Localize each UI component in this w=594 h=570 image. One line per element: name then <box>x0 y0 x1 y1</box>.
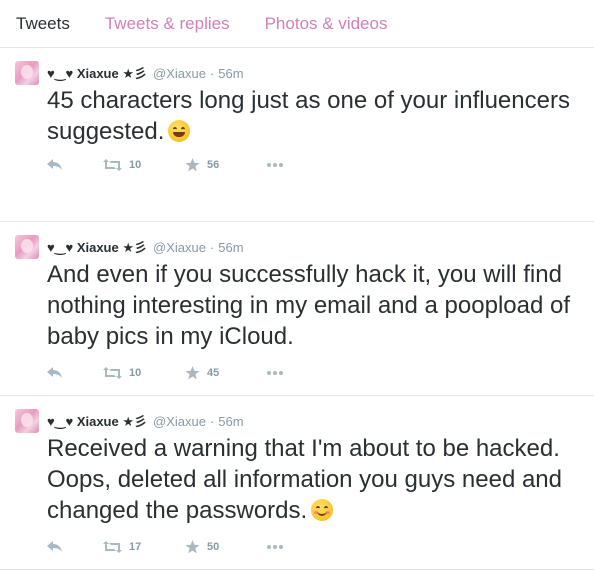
retweet-button[interactable]: 10 <box>103 159 185 171</box>
more-options-icon[interactable] <box>267 371 285 375</box>
avatar[interactable] <box>15 235 39 259</box>
retweet-button[interactable]: 10 <box>103 367 185 379</box>
tweet-1[interactable]: ♥‿♥ Xiaxue ★彡 @Xiaxue · 56m 45 character… <box>0 48 594 222</box>
timestamp[interactable]: 56m <box>218 414 243 429</box>
retweet-icon <box>103 159 122 171</box>
tweet-header: ♥‿♥ Xiaxue ★彡 @Xiaxue · 56m <box>47 63 244 82</box>
retweet-count: 17 <box>129 541 142 553</box>
tweet-actions: 10 45 <box>47 366 285 380</box>
star-icon <box>185 540 200 554</box>
favorite-count: 56 <box>207 159 220 171</box>
tweet-text-content: Received a warning that I'm about to be … <box>47 435 563 524</box>
more-options-icon[interactable] <box>267 545 285 549</box>
tweet-text-content: And even if you successfully hack it, yo… <box>47 261 571 350</box>
reply-button[interactable] <box>47 541 103 553</box>
timestamp[interactable]: 56m <box>218 66 243 81</box>
retweet-count: 10 <box>129 367 142 379</box>
favorite-count: 45 <box>207 367 220 379</box>
reply-icon <box>47 159 62 170</box>
star-icon <box>185 158 200 172</box>
username[interactable]: @Xiaxue <box>153 414 206 429</box>
display-name[interactable]: ♥‿♥ Xiaxue ★彡 <box>47 63 147 82</box>
retweet-icon <box>103 367 122 379</box>
tab-photos-and-videos[interactable]: Photos & videos <box>265 14 388 34</box>
username[interactable]: @Xiaxue <box>153 240 206 255</box>
retweet-icon <box>103 541 122 553</box>
reply-button[interactable] <box>47 159 103 171</box>
tweet-text: And even if you successfully hack it, yo… <box>47 259 577 352</box>
avatar[interactable] <box>15 409 39 433</box>
reply-button[interactable] <box>47 367 103 379</box>
username[interactable]: @Xiaxue <box>153 66 206 81</box>
display-name[interactable]: ♥‿♥ Xiaxue ★彡 <box>47 411 147 430</box>
timestamp[interactable]: 56m <box>218 240 243 255</box>
tweet-3[interactable]: ♥‿♥ Xiaxue ★彡 @Xiaxue · 56m Received a w… <box>0 396 594 570</box>
favorite-button[interactable]: 45 <box>185 366 267 380</box>
separator-dot: · <box>209 66 215 81</box>
profile-tabs: Tweets Tweets & replies Photos & videos <box>0 0 594 48</box>
tweet-header: ♥‿♥ Xiaxue ★彡 @Xiaxue · 56m <box>47 237 244 256</box>
tweet-actions: 10 56 <box>47 158 285 172</box>
favorite-count: 50 <box>207 541 220 553</box>
more-options-icon[interactable] <box>267 163 285 167</box>
retweet-button[interactable]: 17 <box>103 541 185 553</box>
tweet-actions: 17 50 <box>47 540 285 554</box>
tweet-2[interactable]: ♥‿♥ Xiaxue ★彡 @Xiaxue · 56m And even if … <box>0 222 594 396</box>
favorite-button[interactable]: 56 <box>185 158 267 172</box>
grinning-face-icon <box>168 120 191 142</box>
reply-icon <box>47 541 62 552</box>
retweet-count: 10 <box>129 159 142 171</box>
smiling-face-icon <box>311 499 334 521</box>
tab-tweets-and-replies[interactable]: Tweets & replies <box>105 14 230 34</box>
reply-icon <box>47 367 62 378</box>
separator-dot: · <box>209 414 215 429</box>
separator-dot: · <box>209 240 215 255</box>
star-icon <box>185 366 200 380</box>
tab-tweets[interactable]: Tweets <box>16 14 70 34</box>
tweet-text-content: 45 characters long just as one of your i… <box>47 87 570 145</box>
avatar[interactable] <box>15 61 39 85</box>
tweet-text: 45 characters long just as one of your i… <box>47 85 577 147</box>
favorite-button[interactable]: 50 <box>185 540 267 554</box>
display-name[interactable]: ♥‿♥ Xiaxue ★彡 <box>47 237 147 256</box>
tweet-text: Received a warning that I'm about to be … <box>47 433 577 526</box>
tweet-header: ♥‿♥ Xiaxue ★彡 @Xiaxue · 56m <box>47 411 244 430</box>
